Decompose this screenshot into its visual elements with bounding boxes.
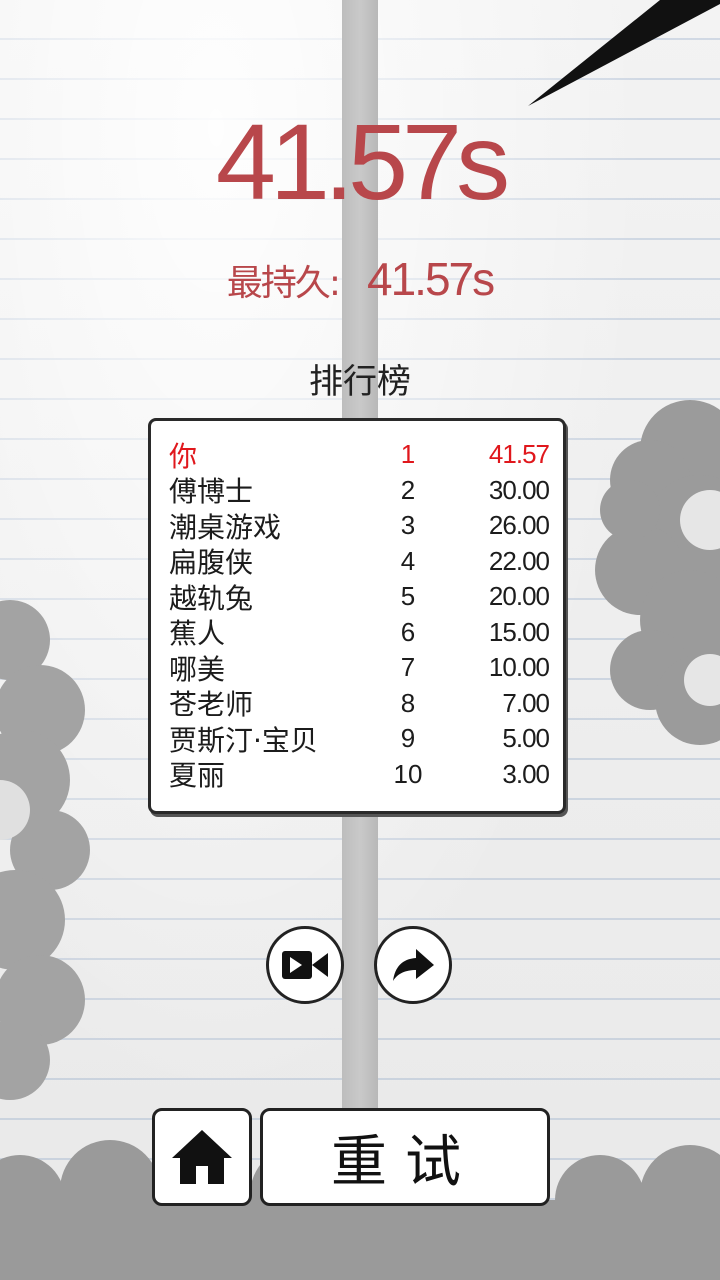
player-name: 夏丽 [169,759,226,793]
leaderboard-row: 越轨兔 5 20.00 [169,579,550,615]
player-rank: 1 [400,439,416,470]
leaderboard-row: 你 1 41.57 [169,437,550,473]
best-time-value: 41.57s [367,253,495,305]
leaderboard-row: 傅博士 2 30.00 [169,473,550,509]
share-button[interactable] [374,926,452,1004]
player-time: 15.00 [488,616,550,647]
player-rank: 4 [400,545,416,576]
player-time: 41.57 [488,439,550,470]
player-name: 蕉人 [169,617,226,651]
player-rank: 10 [393,758,423,789]
black-spike-decoration [528,0,720,106]
player-name: 苍老师 [169,688,254,722]
best-time-label: 最持久: [226,263,341,304]
leaderboard-row: 扁腹侠 4 22.00 [169,544,550,580]
player-name: 潮桌游戏 [169,510,282,544]
leaderboard-row: 哪美 7 10.00 [169,650,550,686]
leaderboard-title: 排行榜 [309,362,411,402]
leaderboard-row: 贾斯汀·宝贝 9 5.00 [169,721,550,757]
player-rank: 7 [400,652,416,683]
player-name: 扁腹侠 [169,546,254,580]
player-name: 哪美 [169,652,226,686]
player-time: 3.00 [502,758,550,789]
gear-cloud-right [595,400,720,745]
record-video-button[interactable] [266,926,344,1004]
survival-time: 41.57s [215,101,510,222]
player-name: 傅博士 [169,475,254,509]
home-button[interactable] [152,1108,252,1206]
player-name: 越轨兔 [169,581,254,615]
video-record-icon [282,951,328,979]
player-time: 30.00 [488,474,550,505]
player-rank: 5 [400,581,416,612]
leaderboard-row: 苍老师 8 7.00 [169,686,550,722]
player-name: 贾斯汀·宝贝 [169,723,318,757]
share-arrow-icon [393,949,434,981]
player-time: 22.00 [488,545,550,576]
player-time: 5.00 [502,723,550,754]
player-rank: 9 [400,723,416,754]
leaderboard-row: 蕉人 6 15.00 [169,615,550,651]
player-time: 10.00 [488,652,550,683]
best-time-row: 最持久: 41.57s [0,256,720,302]
player-time: 7.00 [502,687,550,718]
player-rank: 2 [400,474,416,505]
player-time: 20.00 [488,581,550,612]
leaderboard-panel: 你 1 41.57 傅博士 2 30.00 潮桌游戏 3 26.00 扁腹侠 4… [148,418,566,814]
gear-cloud-left [0,600,90,1100]
leaderboard-row: 夏丽 10 3.00 [169,757,550,793]
home-icon [172,1130,232,1184]
player-rank: 3 [400,510,416,541]
retry-button[interactable]: 重试 [260,1108,550,1206]
player-time: 26.00 [488,510,550,541]
player-rank: 8 [400,687,416,718]
player-name: 你 [169,439,198,473]
leaderboard-row: 潮桌游戏 3 26.00 [169,508,550,544]
player-rank: 6 [400,616,416,647]
